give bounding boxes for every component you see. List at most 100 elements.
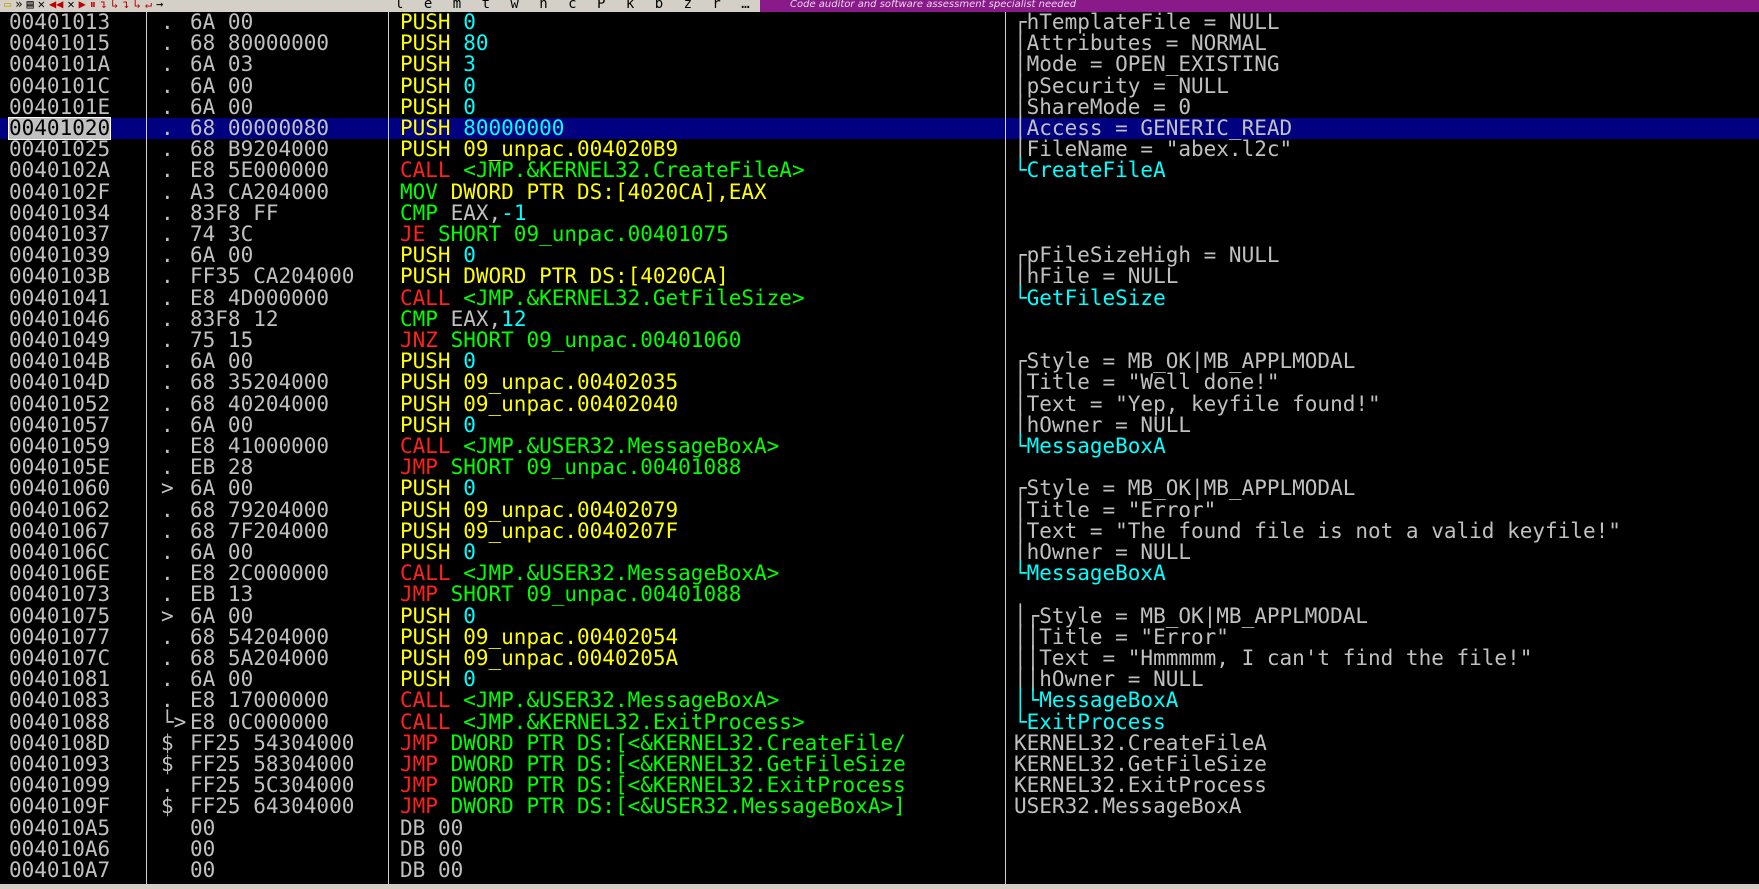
hex-dump-cell[interactable]: 6A 00 xyxy=(190,244,253,266)
disassembly-cell[interactable]: CMP EAX,12 xyxy=(400,308,526,330)
address-cell[interactable]: 00401083 xyxy=(9,690,110,711)
hex-dump-cell[interactable]: FF35 CA204000 xyxy=(190,266,354,287)
code-row[interactable]: 00401013. 6A 00 PUSH 0 ┌hTemplateFile = NUL… xyxy=(0,12,1759,33)
hex-dump-cell[interactable]: E8 41000000 xyxy=(190,435,329,457)
code-row[interactable]: 00401067. 68 7F204000 PUSH 09_unpac.004020… xyxy=(0,520,1759,542)
code-row[interactable]: 00401088 └> E8 0C000000 CALL <JMP.&KERNEL32… xyxy=(0,711,1759,733)
disassembly-cell[interactable]: PUSH 0 xyxy=(400,478,476,499)
hex-dump-cell[interactable]: 75 15 xyxy=(190,329,253,351)
address-cell[interactable]: 00401052 xyxy=(9,393,110,415)
hex-dump-cell[interactable]: E8 5E000000 xyxy=(190,160,329,181)
code-row[interactable]: 0040101E. 6A 00 PUSH 0 │ShareMode = 0 xyxy=(0,96,1759,118)
code-row[interactable]: 0040102A. E8 5E000000 CALL <JMP.&KERNEL32.… xyxy=(0,160,1759,181)
disassembly-cell[interactable]: JMP DWORD PTR DS:[<&KERNEL32.CreateFile/ xyxy=(400,732,906,754)
address-cell[interactable]: 00401041 xyxy=(9,287,110,309)
hex-dump-cell[interactable]: 68 79204000 xyxy=(190,499,329,521)
disassembly-cell[interactable]: CALL <JMP.&USER32.MessageBoxA> xyxy=(400,690,779,711)
code-row[interactable]: 0040101C. 6A 00 PUSH 0 │pSecurity = NULL xyxy=(0,75,1759,97)
disassembly-cell[interactable]: PUSH 09_unpac.004020B9 xyxy=(400,139,678,160)
address-cell[interactable]: 004010A5 xyxy=(9,817,110,839)
trace-over-icon[interactable]: ↳ xyxy=(134,0,141,11)
goto-icon[interactable]: → xyxy=(156,0,163,11)
disassembly-cell[interactable]: PUSH 09_unpac.0040205A xyxy=(400,647,678,669)
disassembly-cell[interactable]: JMP SHORT 09_unpac.00401088 xyxy=(400,457,741,478)
code-row[interactable]: 00401041. E8 4D000000 CALL <JMP.&KERNEL32.… xyxy=(0,287,1759,309)
address-cell[interactable]: 0040106C xyxy=(9,541,110,563)
stop-icon[interactable]: ✕ xyxy=(67,0,74,11)
disassembly-cell[interactable]: JMP SHORT 09_unpac.00401088 xyxy=(400,584,741,605)
address-cell[interactable]: 00401057 xyxy=(9,414,110,436)
step-icon[interactable]: ▤ xyxy=(26,0,33,11)
address-cell[interactable]: 0040102A xyxy=(9,160,110,181)
hex-dump-cell[interactable]: E8 0C000000 xyxy=(190,711,329,733)
address-cell[interactable]: 0040105E xyxy=(9,456,110,478)
hex-dump-cell[interactable]: 68 54204000 xyxy=(190,626,329,648)
window-letter-buttons[interactable]: l e m t w h c P k b z r … s ? xyxy=(395,0,813,12)
code-row[interactable]: 0040104B. 6A 00 PUSH 0 ┌Style = MB_OK|MB_AP… xyxy=(0,350,1759,372)
disassembly-cell[interactable]: DB 00 xyxy=(400,859,463,881)
close-icon[interactable]: ✕ xyxy=(38,0,45,11)
hex-dump-cell[interactable]: 6A 00 xyxy=(190,414,253,436)
trace-into-icon[interactable]: ↴ xyxy=(122,0,129,11)
open-icon[interactable]: ▭ xyxy=(4,0,11,11)
disassembly-cell[interactable]: PUSH 0 xyxy=(400,414,476,436)
disassembly-cell[interactable]: JMP DWORD PTR DS:[<&KERNEL32.GetFileSize xyxy=(400,753,906,775)
disassembly-cell[interactable]: JE SHORT 09_unpac.00401075 xyxy=(400,223,729,245)
code-row[interactable]: 00401073. EB 13 JMP SHORT 09_unpac.0040108… xyxy=(0,584,1759,605)
address-cell[interactable]: 00401081 xyxy=(9,668,110,690)
hex-dump-cell[interactable]: 6A 00 xyxy=(190,478,253,499)
code-row[interactable]: 0040106C. 6A 00 PUSH 0 │hOwner = NULL xyxy=(0,541,1759,563)
code-row[interactable]: 0040101A. 6A 03 PUSH 3 │Mode = OPEN_EXISTIN… xyxy=(0,54,1759,75)
address-cell[interactable]: 0040101E xyxy=(9,96,110,118)
address-cell[interactable]: 00401067 xyxy=(9,520,110,542)
hex-dump-cell[interactable]: E8 4D000000 xyxy=(190,287,329,309)
address-cell[interactable]: 0040104D xyxy=(9,372,110,393)
hex-dump-cell[interactable]: 00 xyxy=(190,817,215,839)
address-cell[interactable]: 0040104B xyxy=(9,350,110,372)
address-cell[interactable]: 00401039 xyxy=(9,244,110,266)
code-row[interactable]: 00401025. 68 B9204000 PUSH 09_unpac.004020… xyxy=(0,138,1759,160)
hex-dump-cell[interactable]: 6A 00 xyxy=(190,12,253,33)
address-cell[interactable]: 00401059 xyxy=(9,435,110,457)
code-row[interactable]: 0040102F. A3 CA204000 MOV DWORD PTR DS:[40… xyxy=(0,181,1759,203)
hex-dump-cell[interactable]: EB 13 xyxy=(190,584,253,605)
code-row[interactable]: 00401075 >6A 00 PUSH 0 │┌Style = MB_OK|MB_A… xyxy=(0,605,1759,627)
disassembly-cell[interactable]: PUSH 80 xyxy=(400,33,489,54)
rewind-icon[interactable]: » xyxy=(15,0,22,11)
address-cell[interactable]: 00401088 xyxy=(9,711,110,733)
code-row[interactable]: 00401093 $ FF25 58304000 JMP DWORD PTR DS:[… xyxy=(0,753,1759,775)
hex-dump-cell[interactable]: 68 B9204000 xyxy=(190,138,329,160)
address-cell[interactable]: 00401020 xyxy=(7,116,112,141)
hex-dump-cell[interactable]: 68 5A204000 xyxy=(190,647,329,669)
hex-dump-cell[interactable]: 6A 00 xyxy=(190,541,253,563)
address-cell[interactable]: 0040108D xyxy=(9,732,110,754)
disassembly-cell[interactable]: PUSH 0 xyxy=(400,75,476,97)
code-row[interactable]: 00401052. 68 40204000 PUSH 09_unpac.004020… xyxy=(0,393,1759,415)
hex-dump-cell[interactable]: 83F8 12 xyxy=(190,308,279,330)
disassembly-cell[interactable]: PUSH 0 xyxy=(400,669,476,690)
address-cell[interactable]: 00401037 xyxy=(9,223,110,245)
disassembly-cell[interactable]: JMP DWORD PTR DS:[<&USER32.MessageBoxA>] xyxy=(400,796,906,817)
hex-dump-cell[interactable]: 6A 00 xyxy=(190,96,253,118)
hex-dump-cell[interactable]: 6A 00 xyxy=(190,668,253,690)
disassembly-cell[interactable]: CALL <JMP.&USER32.MessageBoxA> xyxy=(400,563,779,584)
code-row[interactable]: 00401039. 6A 00 PUSH 0 ┌pFileSizeHigh = NUL… xyxy=(0,244,1759,266)
address-cell[interactable]: 00401062 xyxy=(9,499,110,521)
disassembly-cell[interactable]: CALL <JMP.&KERNEL32.CreateFileA> xyxy=(400,160,805,181)
run-icon[interactable]: ◀◀ xyxy=(49,0,63,11)
disassembly-cell[interactable]: JNZ SHORT 09_unpac.00401060 xyxy=(400,329,741,351)
disassembly-cell[interactable]: PUSH 3 xyxy=(400,54,476,75)
hex-dump-cell[interactable]: 00 xyxy=(190,838,215,860)
address-cell[interactable]: 00401013 xyxy=(9,12,110,33)
disassembly-cell[interactable]: PUSH 09_unpac.00402079 xyxy=(400,499,678,521)
disassembly-cell[interactable]: PUSH 0 xyxy=(400,96,476,118)
code-row[interactable]: 0040106E. E8 2C000000 CALL <JMP.&USER32.Me… xyxy=(0,562,1759,584)
address-cell[interactable]: 00401075 xyxy=(9,605,110,627)
address-cell[interactable]: 0040103B xyxy=(9,266,110,287)
address-cell[interactable]: 00401034 xyxy=(9,202,110,224)
disassembly-cell[interactable]: CALL <JMP.&USER32.MessageBoxA> xyxy=(400,435,779,457)
execute-till-return-icon[interactable]: ↵ xyxy=(145,0,152,11)
code-row[interactable]: 0040103B. FF35 CA204000 PUSH DWORD PTR DS:… xyxy=(0,266,1759,287)
hex-dump-cell[interactable]: 83F8 FF xyxy=(190,202,279,224)
address-cell[interactable]: 0040107C xyxy=(9,647,110,669)
